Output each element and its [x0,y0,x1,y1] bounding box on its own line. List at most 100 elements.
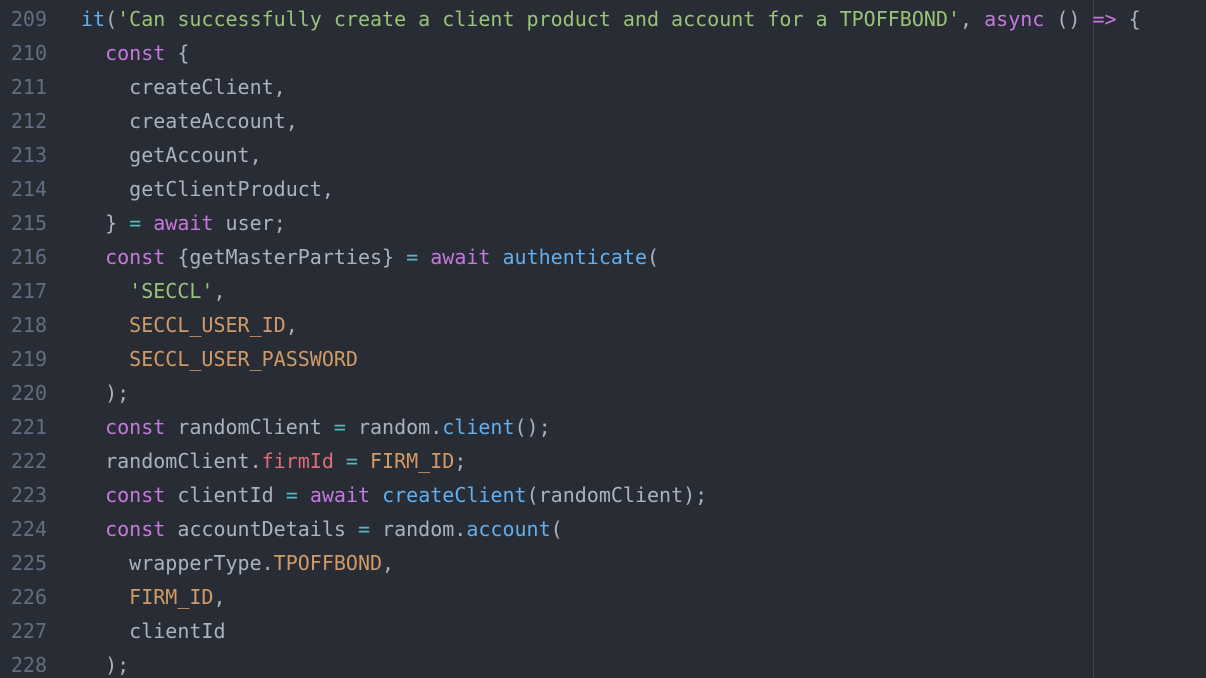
code-line[interactable]: 224 const accountDetails = random.accoun… [0,512,1206,546]
line-content[interactable]: randomClient.firmId = FIRM_ID; [47,444,466,478]
token-keyword: await [430,245,491,269]
code-line[interactable]: 219 SECCL_USER_PASSWORD [0,342,1206,376]
token-keyword: const [105,517,166,541]
line-content[interactable]: const clientId = await createClient(rand… [47,478,707,512]
code-line[interactable]: 220 ); [0,376,1206,410]
code-editor[interactable]: 209 it('Can successfully create a client … [0,0,1206,678]
token-punct: () [1044,7,1093,31]
token-plain: getAccount, [81,143,262,167]
line-content[interactable]: ); [47,648,129,678]
token-const: TPOFFBOND [273,551,383,575]
code-line[interactable]: 213 getAccount, [0,138,1206,172]
token-plain: (randomClient); [526,483,708,507]
token-punct: { [165,41,190,65]
token-oper: = [406,245,419,269]
line-content[interactable]: getAccount, [47,138,262,172]
line-content[interactable]: it('Can successfully create a client pro… [47,2,1141,36]
code-line[interactable]: 216 const {getMasterParties} = await aut… [0,240,1206,274]
line-number: 226 [10,585,47,609]
code-line[interactable]: 228 ); [0,648,1206,678]
token-oper: = [357,517,371,541]
code-line[interactable]: 211 createClient, [0,70,1206,104]
code-line[interactable]: 226 FIRM_ID, [0,580,1206,614]
token-func: client [442,415,515,439]
token-punct: ( [647,245,660,269]
token-punct: ( [550,517,563,541]
line-number: 215 [10,211,47,235]
token-string: 'SECCL' [129,279,214,303]
token-func: account [466,517,551,541]
line-number: 210 [10,41,47,65]
line-content[interactable]: getClientProduct, [47,172,334,206]
token-oper: = [333,415,346,439]
line-content[interactable]: const accountDetails = random.account( [47,512,563,546]
token-plain: accountDetails [165,517,358,541]
token-oper: = [285,483,298,507]
token-punct: (); [514,415,551,439]
token-const: SECCL_USER_ID [129,313,286,337]
code-line[interactable]: 222 randomClient.firmId = FIRM_ID; [0,444,1206,478]
token-punct: , [382,551,395,575]
token-punct: ); [81,381,130,405]
line-number: 214 [10,177,47,201]
line-content[interactable]: SECCL_USER_ID, [47,308,298,342]
token-punct: ( [105,7,118,31]
line-number: 228 [10,653,47,677]
code-line[interactable]: 210 const { [0,36,1206,70]
code-line[interactable]: 223 const clientId = await createClient(… [0,478,1206,512]
code-line[interactable]: 212 createAccount, [0,104,1206,138]
code-line[interactable]: 221 const randomClient = random.client()… [0,410,1206,444]
line-number: 218 [10,313,47,337]
token-punct: { [1116,7,1141,31]
line-number: 222 [10,449,47,473]
token-oper: = [129,211,142,235]
code-line[interactable]: 225 wrapperType.TPOFFBOND, [0,546,1206,580]
token-plain: randomClient. [81,449,262,473]
token-func: authenticate [502,245,648,269]
token-keyword: async [984,7,1045,31]
code-line[interactable]: 227 clientId [0,614,1206,648]
line-content[interactable]: wrapperType.TPOFFBOND, [47,546,394,580]
token-keyword: await [153,211,214,235]
line-number: 225 [10,551,47,575]
line-content[interactable]: SECCL_USER_PASSWORD [47,342,358,376]
token-punct: , [960,7,985,31]
code-lines-container[interactable]: 209 it('Can successfully create a client … [0,2,1206,678]
token-keyword: const [105,245,166,269]
token-func: it [81,7,106,31]
token-punct: , [213,279,226,303]
line-content[interactable]: createAccount, [47,104,298,138]
line-number: 220 [10,381,47,405]
token-punct: ; [454,449,467,473]
line-content[interactable]: FIRM_ID, [47,580,225,614]
token-plain: getClientProduct, [81,177,334,201]
code-line[interactable]: 209 it('Can successfully create a client … [0,2,1206,36]
line-content[interactable]: createClient, [47,70,286,104]
line-content[interactable]: } = await user; [47,206,286,240]
line-number: 219 [10,347,47,371]
line-number: 223 [10,483,47,507]
line-content[interactable]: ); [47,376,129,410]
code-line[interactable]: 217 'SECCL', [0,274,1206,308]
line-content[interactable]: const { [47,36,189,70]
token-plain: createClient, [81,75,286,99]
line-content[interactable]: 'SECCL', [47,274,226,308]
token-keyword: const [105,415,166,439]
line-content[interactable]: clientId [47,614,225,648]
line-content[interactable]: const {getMasterParties} = await authent… [47,240,659,274]
code-line[interactable]: 214 getClientProduct, [0,172,1206,206]
token-prop: firmId [261,449,334,473]
line-number: 211 [10,75,47,99]
code-line[interactable]: 218 SECCL_USER_ID, [0,308,1206,342]
line-number: 216 [10,245,47,269]
token-plain: wrapperType. [81,551,274,575]
line-content[interactable]: const randomClient = random.client(); [47,410,551,444]
code-line[interactable]: 215 } = await user; [0,206,1206,240]
token-const: FIRM_ID [129,585,214,609]
